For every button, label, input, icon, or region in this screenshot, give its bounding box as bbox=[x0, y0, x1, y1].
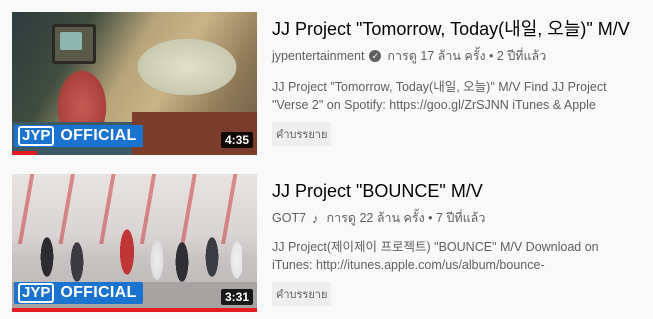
watch-progress-bar bbox=[12, 151, 37, 155]
jyp-official-badge: JYP OFFICIAL bbox=[14, 282, 143, 304]
video-info: JJ Project "BOUNCE" M/V GOT7 ♪ การดู 22 … bbox=[272, 178, 642, 306]
video-meta: jypentertainment ✓ การดู 17 ล้าน ครั้ง •… bbox=[272, 46, 642, 66]
verified-icon: ✓ bbox=[369, 50, 382, 62]
channel-name[interactable]: GOT7 bbox=[272, 211, 306, 225]
video-meta: GOT7 ♪ การดู 22 ล้าน ครั้ง • 7 ปีที่แล้ว bbox=[272, 208, 642, 228]
music-note-icon: ♪ bbox=[312, 210, 319, 226]
video-thumbnail[interactable]: JYP OFFICIAL 3:31 bbox=[12, 174, 257, 312]
channel-name[interactable]: jypentertainment bbox=[272, 49, 364, 63]
video-title[interactable]: JJ Project "Tomorrow, Today(내일, 오늘)" M/V bbox=[272, 16, 642, 42]
video-result-1[interactable]: JYP OFFICIAL 4:35 JJ Project "Tomorrow, … bbox=[0, 12, 653, 157]
video-info: JJ Project "Tomorrow, Today(내일, 오늘)" M/V… bbox=[272, 16, 642, 146]
subtitles-badge: คำบรรยาย bbox=[272, 282, 332, 306]
watch-progress-bar bbox=[12, 308, 257, 312]
video-description: JJ Project(제이제이 프로젝트) "BOUNCE" M/V Downl… bbox=[272, 240, 599, 272]
views-and-age: การดู 17 ล้าน ครั้ง • 2 ปีที่แล้ว bbox=[387, 49, 547, 63]
views-and-age: การดู 22 ล้าน ครั้ง • 7 ปีที่แล้ว bbox=[326, 211, 486, 225]
jyp-official-badge: JYP OFFICIAL bbox=[14, 125, 143, 147]
jyp-logo: JYP bbox=[18, 283, 55, 303]
video-description: JJ Project "Tomorrow, Today(내일, 오늘)" M/V… bbox=[272, 80, 607, 112]
video-result-2[interactable]: JYP OFFICIAL 3:31 JJ Project "BOUNCE" M/… bbox=[0, 174, 653, 312]
official-label: OFFICIAL bbox=[60, 284, 137, 301]
video-title[interactable]: JJ Project "BOUNCE" M/V bbox=[272, 178, 642, 204]
video-duration: 3:31 bbox=[220, 289, 253, 305]
video-thumbnail[interactable]: JYP OFFICIAL 4:35 bbox=[12, 12, 257, 155]
jyp-logo: JYP bbox=[18, 126, 55, 146]
official-label: OFFICIAL bbox=[60, 127, 137, 144]
subtitles-badge: คำบรรยาย bbox=[272, 122, 332, 146]
video-duration: 4:35 bbox=[220, 132, 253, 148]
